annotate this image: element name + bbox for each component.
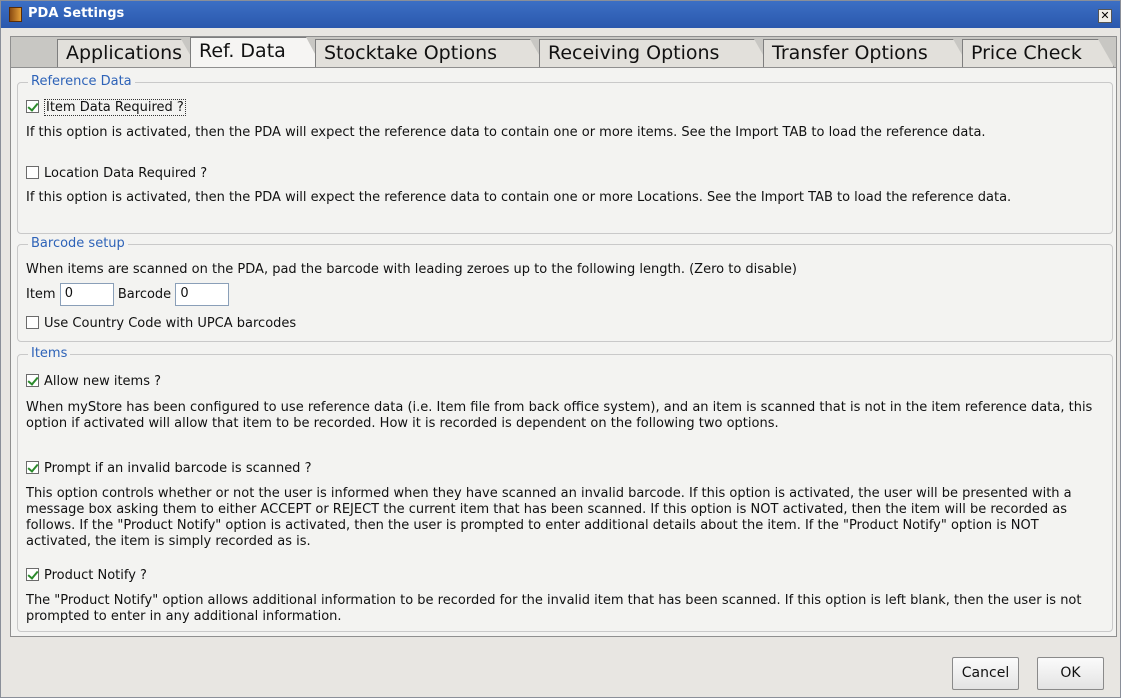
close-button[interactable]: ✕ [1098, 9, 1112, 23]
allow-new-items-checkbox[interactable]: Allow new items ? [26, 373, 161, 390]
item-data-required-label: Item Data Required ? [44, 99, 186, 116]
cancel-button[interactable]: Cancel [952, 657, 1019, 690]
item-length-label: Item [26, 287, 56, 302]
product-notify-description: The "Product Notify" option allows addit… [26, 593, 1082, 624]
checkbox-unchecked-icon[interactable] [26, 316, 39, 329]
ok-button[interactable]: OK [1037, 657, 1104, 690]
product-notify-checkbox[interactable]: Product Notify ? [26, 567, 147, 584]
window-title: PDA Settings [28, 6, 125, 21]
pda-settings-window: PDA Settings ✕ Applications Ref. Data St… [0, 0, 1121, 698]
product-notify-label: Product Notify ? [44, 568, 147, 583]
tab-transfer-options[interactable]: Transfer Options [763, 39, 969, 67]
tab-price-check[interactable]: Price Check [962, 39, 1114, 67]
checkbox-unchecked-icon[interactable] [26, 166, 39, 179]
tab-applications[interactable]: Applications [57, 39, 197, 67]
prompt-invalid-barcode-checkbox[interactable]: Prompt if an invalid barcode is scanned … [26, 460, 311, 477]
checkbox-checked-icon[interactable] [26, 100, 39, 113]
tab-stocktake-options[interactable]: Stocktake Options [315, 39, 546, 67]
prompt-invalid-barcode-description: This option controls whether or not the … [26, 486, 1072, 549]
country-code-checkbox[interactable]: Use Country Code with UPCA barcodes [26, 315, 296, 332]
item-length-input[interactable]: 0 [59, 283, 114, 306]
location-data-required-label: Location Data Required ? [44, 166, 208, 181]
barcode-length-input[interactable]: 0 [175, 283, 230, 306]
items-legend: Items [28, 346, 71, 361]
allow-new-items-description: When myStore has been configured to use … [26, 400, 1093, 431]
checkbox-checked-icon[interactable] [26, 461, 39, 474]
app-icon [9, 7, 22, 22]
barcode-setup-legend: Barcode setup [28, 236, 128, 251]
tab-ref-data[interactable]: Ref. Data [190, 37, 322, 67]
items-group: Items Allow new items ? When myStore has… [17, 346, 1113, 632]
checkbox-checked-icon[interactable] [26, 568, 39, 581]
checkbox-checked-icon[interactable] [26, 374, 39, 387]
barcode-setup-description: When items are scanned on the PDA, pad t… [26, 262, 797, 277]
barcode-length-row: Item 0 Barcode 0 [26, 283, 230, 306]
item-data-required-checkbox[interactable]: Item Data Required ? [26, 99, 186, 116]
reference-data-legend: Reference Data [28, 74, 135, 89]
reference-data-group: Reference Data Item Data Required ? If t… [17, 74, 1113, 234]
country-code-label: Use Country Code with UPCA barcodes [44, 316, 297, 331]
barcode-setup-group: Barcode setup When items are scanned on … [17, 236, 1113, 342]
location-data-required-checkbox[interactable]: Location Data Required ? [26, 165, 207, 182]
prompt-invalid-barcode-label: Prompt if an invalid barcode is scanned … [44, 461, 312, 476]
title-bar[interactable]: PDA Settings ✕ [1, 1, 1120, 28]
location-data-description: If this option is activated, then the PD… [26, 190, 1012, 205]
barcode-length-label: Barcode [117, 287, 172, 302]
allow-new-items-label: Allow new items ? [44, 374, 162, 389]
tab-receiving-options[interactable]: Receiving Options [539, 39, 770, 67]
item-data-description: If this option is activated, then the PD… [26, 125, 986, 140]
